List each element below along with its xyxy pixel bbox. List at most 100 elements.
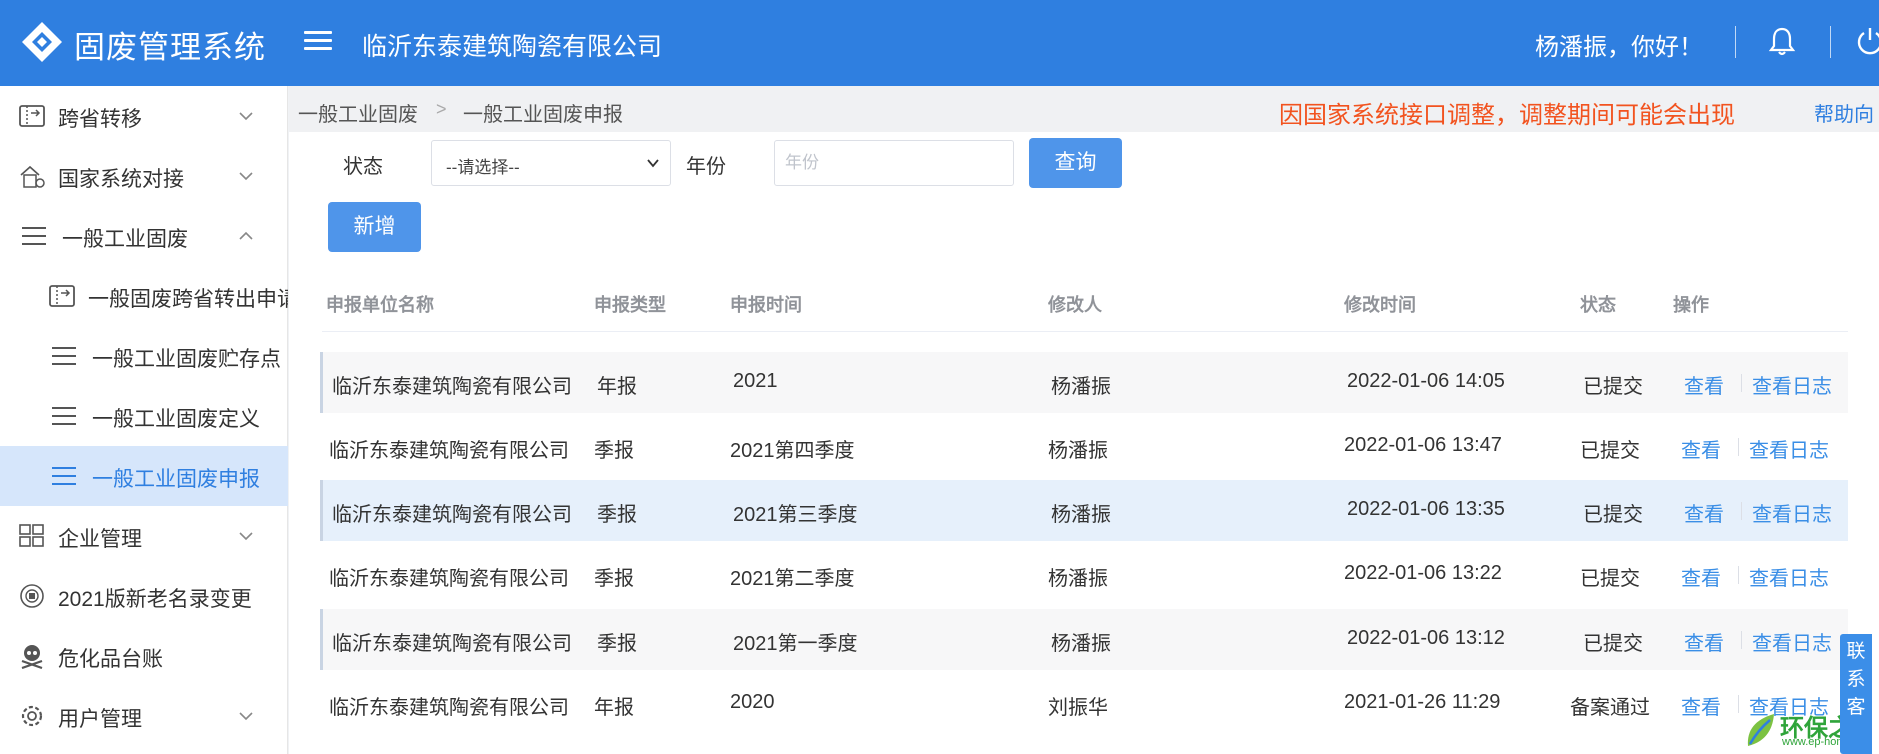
sidebar-item-general-industrial-waste[interactable]: 一般工业固废 (0, 206, 288, 266)
table-row[interactable]: 临沂东泰建筑陶瓷有限公司 年报 2021 杨潘振 2022-01-06 14:0… (320, 352, 1848, 413)
cell-type: 季报 (594, 440, 634, 462)
sidebar-item-enterprise-management[interactable]: 企业管理 (0, 506, 288, 566)
contact-label-char: 系 (1846, 669, 1866, 690)
cell-modifier: 杨潘振 (1048, 568, 1108, 590)
cell-modifier: 杨潘振 (1051, 633, 1111, 655)
view-link[interactable]: 查看 (1681, 691, 1721, 720)
add-button[interactable]: 新增 (328, 202, 421, 252)
table-row[interactable]: 临沂东泰建筑陶瓷有限公司 季报 2021第一季度 杨潘振 2022-01-06 … (320, 609, 1848, 670)
column-header: 修改人 (1048, 295, 1102, 315)
breadcrumb-item[interactable]: 一般工业固废 (298, 98, 418, 127)
chevron-down-icon (239, 712, 253, 721)
view-log-link[interactable]: 查看日志 (1752, 370, 1832, 399)
chevron-down-icon (647, 159, 659, 168)
view-log-link[interactable]: 查看日志 (1749, 434, 1829, 463)
cell-period: 2021第一季度 (733, 633, 858, 655)
breadcrumb-item: 一般工业固废申报 (463, 104, 623, 126)
view-log-link[interactable]: 查看日志 (1749, 562, 1829, 591)
building-icon (20, 165, 45, 188)
action-divider (1741, 631, 1742, 649)
cell-company: 临沂东泰建筑陶瓷有限公司 (329, 440, 569, 462)
sidebar-subitem-storage-point[interactable]: 一般工业固废贮存点 (0, 326, 288, 386)
sidebar-subitem-cross-province-application[interactable]: 一般固废跨省转出申请 (0, 266, 288, 326)
column-header: 申报类型 (594, 295, 666, 315)
user-greeting[interactable]: 杨潘振，你好！ (1535, 27, 1703, 62)
table-row[interactable]: 临沂东泰建筑陶瓷有限公司 季报 2021第四季度 杨潘振 2022-01-06 … (320, 416, 1848, 477)
cell-period: 2021第三季度 (733, 504, 858, 526)
logo-icon (22, 22, 62, 62)
action-divider (1741, 502, 1742, 520)
column-header: 申报时间 (730, 295, 802, 315)
table-header-divider (322, 331, 1848, 332)
cell-modified-time: 2022-01-06 13:47 (1344, 434, 1502, 456)
sidebar-item-label: 国家系统对接 (58, 168, 184, 191)
power-icon[interactable] (1855, 26, 1879, 56)
table-row[interactable]: 临沂东泰建筑陶瓷有限公司 年报 2020 刘振华 2021-01-26 11:2… (320, 673, 1848, 734)
sidebar-item-label: 企业管理 (58, 528, 142, 551)
cell-status: 已提交 (1583, 633, 1643, 655)
breadcrumb-separator: > (436, 99, 447, 119)
gear-icon (21, 705, 43, 727)
cell-status: 备案通过 (1570, 697, 1650, 719)
view-link[interactable]: 查看 (1681, 562, 1721, 591)
cell-period: 2020 (730, 691, 775, 713)
sidebar-item-hazardous-chemicals[interactable]: 危化品台账 (0, 626, 288, 686)
top-header: 固废管理系统 临沂东泰建筑陶瓷有限公司 杨潘振，你好！ (0, 0, 1879, 86)
bell-icon[interactable] (1768, 26, 1796, 56)
cell-modifier: 杨潘振 (1048, 440, 1108, 462)
view-link[interactable]: 查看 (1684, 498, 1724, 527)
cell-modified-time: 2022-01-06 13:35 (1347, 498, 1505, 520)
help-link[interactable]: 帮助向 (1814, 98, 1874, 127)
view-log-link[interactable]: 查看日志 (1752, 498, 1832, 527)
breadcrumb: 一般工业固废 > 一般工业固废申报 因国家系统接口调整，调整期间可能会出现 帮助… (289, 86, 1879, 132)
cell-modified-time: 2022-01-06 14:05 (1347, 370, 1505, 392)
status-select[interactable]: --请选择-- (431, 140, 671, 186)
company-name: 临沂东泰建筑陶瓷有限公司 (362, 33, 663, 61)
cell-company: 临沂东泰建筑陶瓷有限公司 (329, 568, 569, 590)
sidebar-item-cross-province-transfer[interactable]: 跨省转移 (0, 86, 288, 146)
list-icon (52, 407, 76, 425)
cell-period: 2021第二季度 (730, 568, 855, 590)
view-link[interactable]: 查看 (1684, 627, 1724, 656)
sidebar-subitem-declaration[interactable]: 一般工业固废申报 (0, 446, 288, 506)
action-divider (1738, 438, 1739, 456)
chevron-down-icon (239, 532, 253, 541)
cell-modified-time: 2021-01-26 11:29 (1344, 691, 1501, 713)
chevron-down-icon (239, 172, 253, 181)
sidebar-item-label: 2021版新老名录变更 (58, 588, 252, 611)
sidebar-subitem-definition[interactable]: 一般工业固废定义 (0, 386, 288, 446)
year-input[interactable] (774, 140, 1014, 186)
header-divider (1735, 26, 1736, 58)
notice-banner: 因国家系统接口调整，调整期间可能会出现 (1279, 102, 1735, 129)
sidebar-item-national-system[interactable]: 国家系统对接 (0, 146, 288, 206)
cell-period: 2021第四季度 (730, 440, 855, 462)
contact-service-button[interactable]: 联系客 (1840, 634, 1872, 754)
action-divider (1738, 695, 1739, 713)
column-header: 修改时间 (1344, 295, 1416, 315)
cell-type: 季报 (597, 504, 637, 526)
year-label: 年份 (686, 156, 726, 178)
cell-modified-time: 2022-01-06 13:12 (1347, 627, 1505, 649)
sidebar: 跨省转移 国家系统对接 一般工业固废 一般固废跨省转出申请 一般工业固废贮存点 … (0, 86, 288, 754)
cell-company: 临沂东泰建筑陶瓷有限公司 (332, 633, 572, 655)
table-row[interactable]: 临沂东泰建筑陶瓷有限公司 季报 2021第二季度 杨潘振 2022-01-06 … (320, 544, 1848, 605)
leaf-logo-icon (1747, 714, 1774, 746)
sidebar-item-directory-change[interactable]: 2021版新老名录变更 (0, 566, 288, 626)
sidebar-item-user-management[interactable]: 用户管理 (0, 686, 288, 746)
table-row[interactable]: 临沂东泰建筑陶瓷有限公司 季报 2021第三季度 杨潘振 2022-01-06 … (320, 480, 1848, 541)
menu-toggle-icon[interactable] (304, 26, 332, 56)
grid-icon (19, 524, 44, 547)
header-divider (1830, 26, 1831, 58)
cell-status: 已提交 (1580, 440, 1640, 462)
view-log-link[interactable]: 查看日志 (1752, 627, 1832, 656)
list-icon (52, 347, 76, 365)
column-header: 申报单位名称 (326, 295, 434, 315)
status-select-value: --请选择-- (446, 158, 520, 177)
chevron-down-icon (239, 112, 253, 121)
sidebar-item-label: 一般工业固废定义 (92, 408, 260, 431)
query-button[interactable]: 查询 (1029, 138, 1122, 188)
view-link[interactable]: 查看 (1684, 370, 1724, 399)
view-link[interactable]: 查看 (1681, 434, 1721, 463)
contact-label-char: 客 (1846, 697, 1866, 718)
cell-type: 季报 (597, 633, 637, 655)
